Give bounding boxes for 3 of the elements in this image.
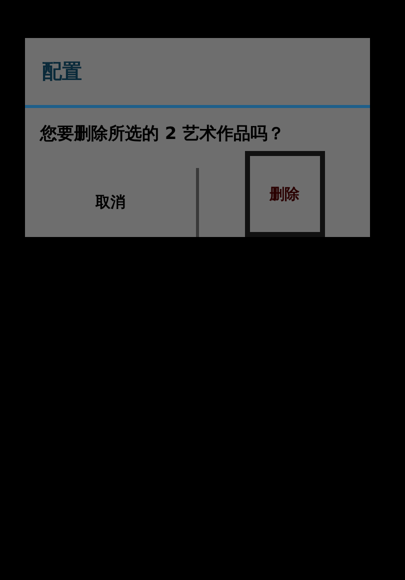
dialog-title: 配置 [42,58,82,85]
dialog-message: 您要删除所选的 2 艺术作品吗？ [38,123,286,146]
delete-button[interactable]: 删除 [244,151,324,237]
